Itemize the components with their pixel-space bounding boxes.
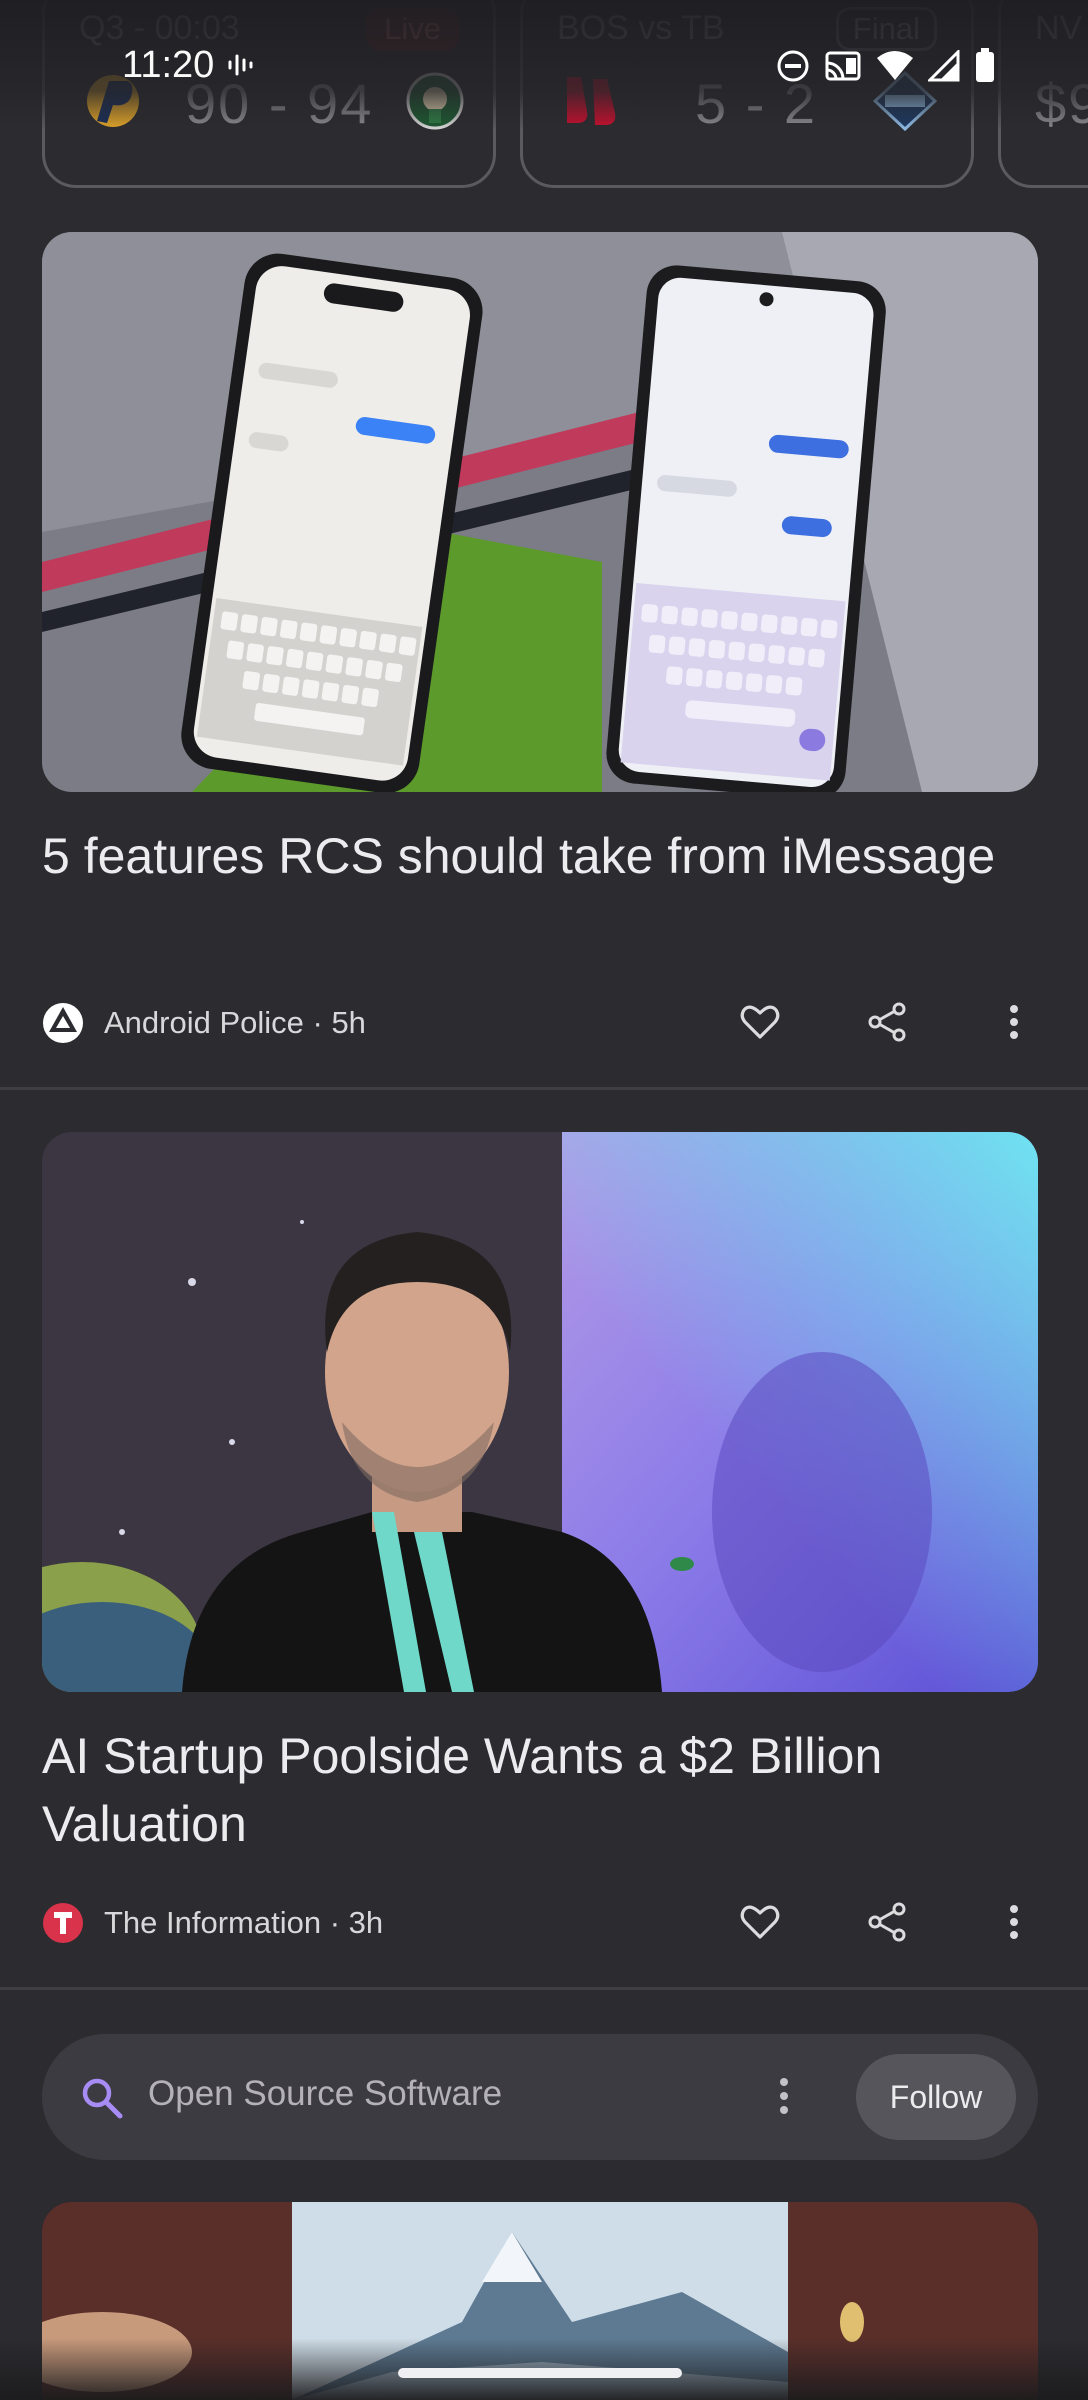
rays-logo-icon — [872, 70, 938, 132]
article-headline[interactable]: AI Startup Poolside Wants a $2 Billion V… — [42, 1722, 1042, 1858]
more-options-button[interactable] — [984, 994, 1044, 1054]
share-icon — [867, 1002, 907, 1047]
share-icon — [867, 1902, 907, 1947]
heart-icon — [740, 1904, 780, 1945]
more-vert-icon — [778, 2076, 790, 2118]
score-card-pacers-celtics[interactable]: Q3 - 00:03 Live 90 - 94 — [42, 0, 496, 188]
gesture-nav-bar — [0, 2338, 1088, 2400]
celtics-logo-icon — [405, 71, 465, 131]
home-handle[interactable] — [398, 2368, 682, 2378]
final-badge: Final — [835, 7, 937, 51]
red-sox-logo-icon — [559, 71, 619, 131]
android-police-logo-icon — [42, 1002, 84, 1044]
share-button[interactable] — [857, 994, 917, 1054]
the-information-logo-icon — [42, 1902, 84, 1944]
game-score: $9 — [1035, 72, 1088, 135]
article-source-label: The Information · 3h — [104, 1905, 384, 1940]
more-vert-icon — [1008, 1904, 1020, 1945]
live-badge: Live — [366, 7, 459, 51]
article-headline[interactable]: 5 features RCS should take from iMessage — [42, 822, 1042, 890]
divider — [0, 1987, 1088, 1990]
article-image-phones[interactable] — [42, 232, 1038, 792]
topic-label[interactable]: Open Source Software — [148, 2074, 502, 2114]
article-source[interactable]: The Information · 3h — [42, 1898, 383, 1948]
score-card-bos-tb[interactable]: BOS vs TB Final 5 - 2 — [520, 0, 974, 188]
topic-bar[interactable]: Open Source Software Follow — [42, 2034, 1038, 2160]
search-icon — [80, 2076, 124, 2125]
share-button[interactable] — [857, 1894, 917, 1954]
favorite-button[interactable] — [730, 994, 790, 1054]
more-vert-icon — [1008, 1004, 1020, 1045]
pacers-logo-icon — [83, 71, 143, 131]
score-carousel[interactable]: Q3 - 00:03 Live 90 - 94 BOS vs TB Final … — [0, 0, 1088, 200]
game-status: NV — [1035, 9, 1083, 47]
favorite-button[interactable] — [730, 1894, 790, 1954]
more-options-button[interactable] — [984, 1894, 1044, 1954]
topic-more-options-button[interactable] — [764, 2076, 804, 2118]
game-status: BOS vs TB — [557, 9, 725, 47]
divider — [0, 1087, 1088, 1090]
game-score: 90 - 94 — [185, 72, 374, 135]
heart-icon — [740, 1004, 780, 1045]
game-status: Q3 - 00:03 — [79, 9, 240, 47]
follow-button[interactable]: Follow — [856, 2054, 1016, 2140]
article-image-portrait[interactable] — [42, 1132, 1038, 1692]
article-source[interactable]: Android Police · 5h — [42, 998, 366, 1048]
game-score: 5 - 2 — [695, 72, 818, 135]
article-source-label: Android Police · 5h — [104, 1005, 366, 1040]
score-card-partial[interactable]: NV $9 — [998, 0, 1088, 188]
